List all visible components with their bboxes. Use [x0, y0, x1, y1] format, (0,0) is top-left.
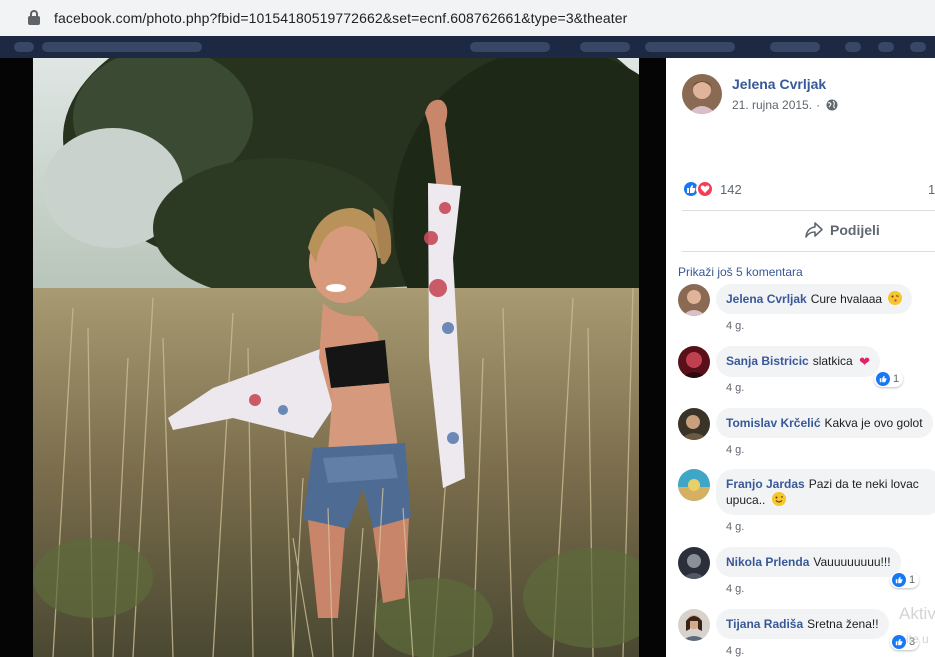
comment-time[interactable]: 4 g. — [726, 444, 744, 456]
like-icon — [892, 635, 906, 649]
comment-text: Pazi da te neki lovac — [808, 477, 919, 491]
post-author: Jelena Cvrljak 21. rujna 2015. · — [682, 74, 838, 114]
share-label: Podijeli — [830, 222, 880, 238]
comment-like-badge[interactable]: 1 — [874, 371, 904, 387]
reaction-count: 142 — [720, 181, 742, 197]
smile-emoji-icon — [771, 492, 786, 506]
more-comments-link[interactable]: Prikaži još 5 komentara — [678, 265, 803, 279]
comment-text: Kakva je ovo golot — [824, 416, 923, 430]
avatar[interactable] — [678, 284, 710, 316]
like-icon — [892, 573, 906, 587]
post-panel: Jelena Cvrljak 21. rujna 2015. · 142 1 P… — [666, 58, 935, 657]
comment-text: slatkica — [812, 354, 853, 368]
browser-window: { "browser": { "url": "facebook.com/phot… — [0, 0, 935, 657]
comment-text: Cure hvalaaa — [810, 292, 883, 306]
share-icon — [805, 222, 823, 238]
avatar[interactable] — [678, 609, 710, 641]
comment-bubble: Sanja Bistricic slatkica ❤ — [716, 346, 880, 377]
like-icon — [876, 372, 890, 386]
comment-like-count: 1 — [909, 574, 916, 586]
kiss-emoji-icon — [888, 291, 903, 305]
avatar[interactable] — [678, 469, 710, 501]
url-field[interactable]: facebook.com/photo.php?fbid=101541805197… — [12, 4, 935, 32]
comment-like-count: 1 — [893, 373, 900, 385]
comment-bubble: Tijana Radiša Sretna žena!! — [716, 609, 889, 639]
comment-author[interactable]: Jelena Cvrljak — [726, 292, 807, 306]
comment-text-continued: upuca.. — [726, 493, 766, 507]
comment-like-badge[interactable]: 1 — [890, 572, 920, 588]
activation-watermark: Aktiv — [899, 604, 935, 623]
photo-viewer — [0, 58, 666, 657]
lock-icon — [26, 9, 44, 27]
address-bar: facebook.com/photo.php?fbid=101541805197… — [0, 0, 935, 36]
avatar[interactable] — [678, 408, 710, 440]
photo[interactable] — [33, 58, 639, 657]
comment-author[interactable]: Tijana Radiša — [726, 617, 803, 631]
author-name[interactable]: Jelena Cvrljak — [732, 76, 838, 92]
comment-author[interactable]: Sanja Bistricic — [726, 354, 809, 368]
comment-author[interactable]: Franjo Jardas — [726, 477, 805, 491]
avatar[interactable] — [682, 74, 722, 114]
comment-bubble: Jelena Cvrljak Cure hvalaaa — [716, 284, 913, 314]
divider — [682, 251, 935, 252]
comment-text: Vauuuuuuuu!!! — [813, 555, 891, 569]
share-button[interactable]: Podijeli — [804, 221, 880, 239]
comment-bubble: Tomislav Krčelić Kakva je ovo golot — [716, 408, 933, 438]
comment-author[interactable]: Nikola Prlenda — [726, 555, 809, 569]
date-separator: · — [816, 98, 821, 112]
love-reaction-icon — [696, 180, 714, 198]
comment-bubble: Nikola Prlenda Vauuuuuuuu!!! — [716, 547, 901, 577]
comment-bubble: Franjo Jardas Pazi da te neki lovac upuca… — [716, 469, 935, 515]
comment-time[interactable]: 4 g. — [726, 583, 744, 595]
comment-time[interactable]: 4 g. — [726, 521, 744, 533]
post-date[interactable]: 21. rujna 2015. — [732, 98, 812, 112]
comment-text: Sretna žena!! — [807, 617, 879, 631]
reactions-summary[interactable]: 142 — [682, 180, 742, 198]
divider — [682, 210, 935, 211]
avatar[interactable] — [678, 547, 710, 579]
url-text: facebook.com/photo.php?fbid=101541805197… — [54, 10, 628, 26]
activation-watermark-subtext: ite u — [906, 632, 929, 646]
facebook-top-bar — [0, 36, 935, 58]
comment-time[interactable]: 4 g. — [726, 645, 744, 657]
comment-author[interactable]: Tomislav Krčelić — [726, 416, 821, 430]
globe-icon — [826, 99, 838, 111]
comment-count[interactable]: 1 — [928, 182, 935, 197]
comment-time[interactable]: 4 g. — [726, 320, 744, 332]
comment-time[interactable]: 4 g. — [726, 382, 744, 394]
avatar[interactable] — [678, 346, 710, 378]
heart-emoji-icon: ❤ — [859, 354, 870, 369]
